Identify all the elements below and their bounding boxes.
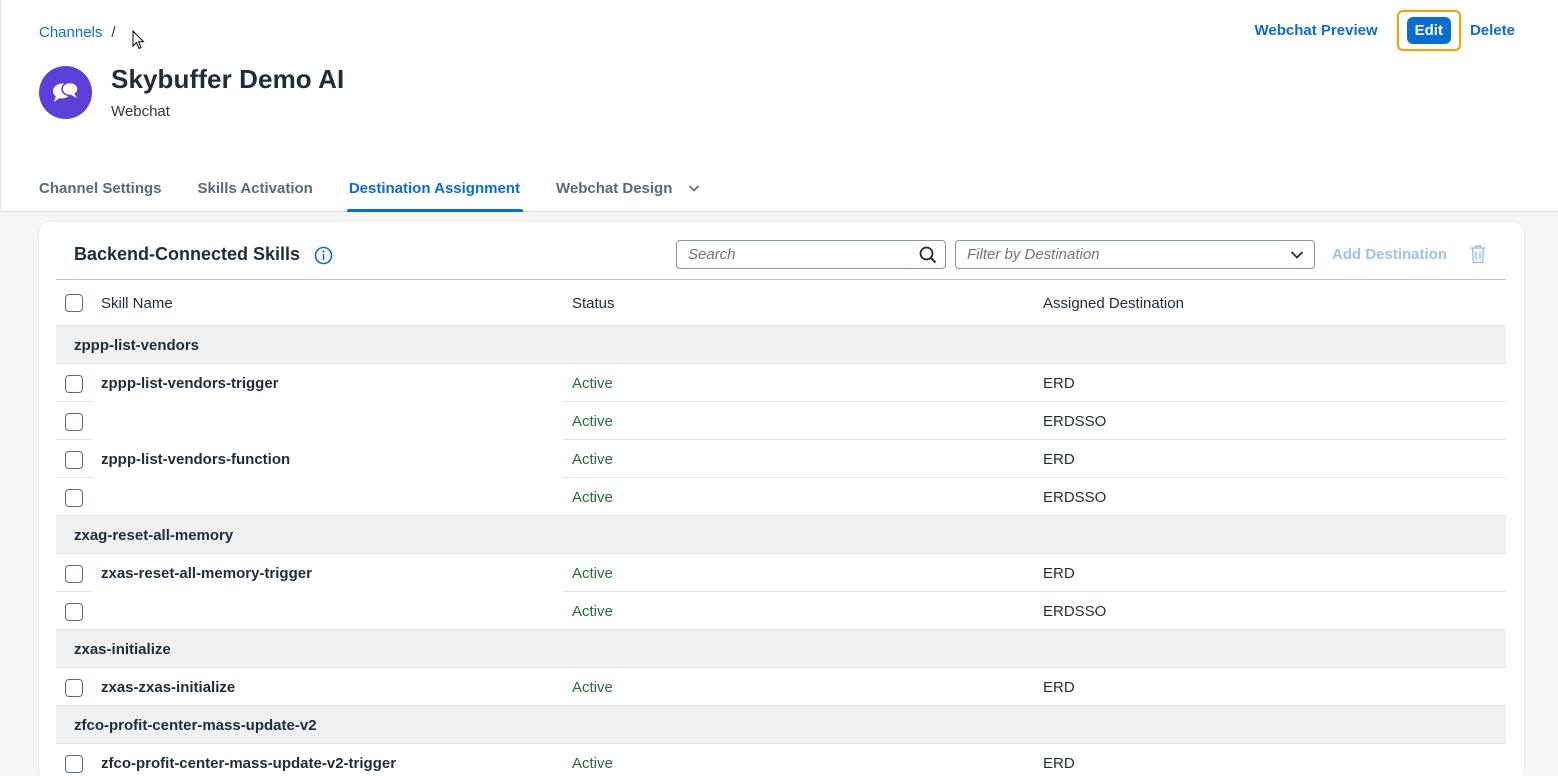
search-icon[interactable]	[919, 246, 937, 264]
skills-card: Backend-Connected Skills Add Destination	[39, 222, 1524, 776]
table-row[interactable]: Active ERDSSO	[56, 478, 1506, 516]
page-header: Channels / Skybuffer Demo AI Webchat Web…	[0, 0, 1558, 212]
tab-destination-assignment[interactable]: Destination Assignment	[346, 170, 524, 212]
destination-text: ERDSSO	[1043, 413, 1107, 430]
destination-text: ERD	[1043, 679, 1075, 696]
page-title: Skybuffer Demo AI	[111, 64, 345, 94]
destination-filter-input[interactable]	[967, 246, 1187, 263]
column-header-skill: Skill Name	[101, 295, 173, 312]
channel-avatar	[39, 66, 92, 119]
tab-bar: Channel Settings Skills Activation Desti…	[39, 170, 736, 212]
status-text: Active	[572, 679, 613, 696]
table-header-row: Skill Name Status Assigned Destination	[56, 280, 1506, 326]
mouse-cursor-icon	[132, 30, 145, 50]
webchat-preview-button[interactable]: Webchat Preview	[1255, 22, 1378, 39]
row-checkbox[interactable]	[65, 565, 83, 583]
table-row[interactable]: zxas-reset-all-memory-trigger Active ERD	[56, 554, 1506, 592]
group-row: zxas-initialize	[56, 630, 1506, 668]
group-name: zxag-reset-all-memory	[74, 527, 234, 544]
row-checkbox[interactable]	[65, 489, 83, 507]
tab-channel-settings[interactable]: Channel Settings	[39, 170, 162, 212]
status-text: Active	[572, 755, 613, 772]
destination-text: ERDSSO	[1043, 603, 1107, 620]
table-title: Backend-Connected Skills	[74, 244, 301, 264]
status-text: Active	[572, 375, 613, 392]
chat-bubbles-icon	[52, 81, 79, 102]
group-name: zxas-initialize	[74, 641, 171, 658]
info-icon[interactable]	[314, 246, 333, 265]
skill-name: zppp-list-vendors-function	[101, 451, 291, 468]
destination-text: ERD	[1043, 755, 1075, 772]
skill-name: zppp-list-vendors-trigger	[101, 375, 279, 392]
page-subtitle: Webchat	[111, 103, 170, 120]
destination-text: ERD	[1043, 451, 1075, 468]
destination-filter-select[interactable]	[955, 240, 1315, 269]
edit-button-focus-ring: Edit	[1396, 10, 1461, 51]
destination-text: ERDSSO	[1043, 489, 1107, 506]
column-header-destination: Assigned Destination	[1043, 295, 1184, 312]
row-checkbox[interactable]	[65, 603, 83, 621]
status-text: Active	[572, 451, 613, 468]
status-text: Active	[572, 413, 613, 430]
destination-text: ERD	[1043, 565, 1075, 582]
row-checkbox[interactable]	[65, 413, 83, 431]
breadcrumb-separator: /	[111, 24, 116, 41]
group-row: zxag-reset-all-memory	[56, 516, 1506, 554]
trash-icon[interactable]	[1469, 244, 1487, 264]
status-text: Active	[572, 603, 613, 620]
skill-name: zxas-reset-all-memory-trigger	[101, 565, 312, 582]
header-actions: Webchat Preview Edit Delete	[1255, 10, 1515, 51]
row-checkbox[interactable]	[65, 679, 83, 697]
chevron-down-icon[interactable]	[688, 182, 700, 194]
table-row[interactable]: zppp-list-vendors-trigger Active ERD	[56, 364, 1506, 402]
skills-table: Skill Name Status Assigned Destination z…	[56, 280, 1506, 776]
column-header-status: Status	[572, 295, 615, 312]
tab-label: Channel Settings	[39, 180, 162, 197]
chevron-down-icon[interactable]	[1290, 249, 1304, 261]
status-text: Active	[572, 565, 613, 582]
row-checkbox[interactable]	[65, 451, 83, 469]
table-row[interactable]: Active ERDSSO	[56, 592, 1506, 630]
row-checkbox[interactable]	[65, 755, 83, 773]
tab-skills-activation[interactable]: Skills Activation	[198, 170, 313, 212]
edit-button[interactable]: Edit	[1406, 17, 1451, 44]
table-row[interactable]: zfco-profit-center-mass-update-v2-trigge…	[56, 744, 1506, 776]
status-text: Active	[572, 489, 613, 506]
search-input[interactable]	[688, 246, 908, 263]
skill-name: zxas-zxas-initialize	[101, 679, 236, 696]
delete-button[interactable]: Delete	[1470, 22, 1515, 39]
table-row[interactable]: Active ERDSSO	[56, 402, 1506, 440]
row-checkbox[interactable]	[65, 375, 83, 393]
tab-label: Destination Assignment	[348, 180, 520, 197]
table-row[interactable]: zppp-list-vendors-function Active ERD	[56, 440, 1506, 478]
select-all-checkbox[interactable]	[65, 294, 83, 312]
tab-webchat-design[interactable]: Webchat Design	[556, 170, 700, 212]
group-name: zfco-profit-center-mass-update-v2	[74, 717, 317, 734]
table-row[interactable]: zxas-zxas-initialize Active ERD	[56, 668, 1506, 706]
add-destination-button[interactable]: Add Destination	[1332, 246, 1447, 263]
destination-text: ERD	[1043, 375, 1075, 392]
breadcrumb: Channels /	[39, 24, 116, 41]
group-row: zppp-list-vendors	[56, 326, 1506, 364]
table-toolbar: Backend-Connected Skills Add Destination	[56, 240, 1506, 280]
group-name: zppp-list-vendors	[74, 337, 200, 354]
group-row: zfco-profit-center-mass-update-v2	[56, 706, 1506, 744]
breadcrumb-channels-link[interactable]: Channels	[39, 24, 102, 41]
search-field[interactable]	[676, 240, 946, 269]
skill-name: zfco-profit-center-mass-update-v2-trigge…	[101, 755, 397, 772]
tab-label: Webchat Design	[555, 180, 673, 197]
tab-label: Skills Activation	[197, 180, 313, 197]
